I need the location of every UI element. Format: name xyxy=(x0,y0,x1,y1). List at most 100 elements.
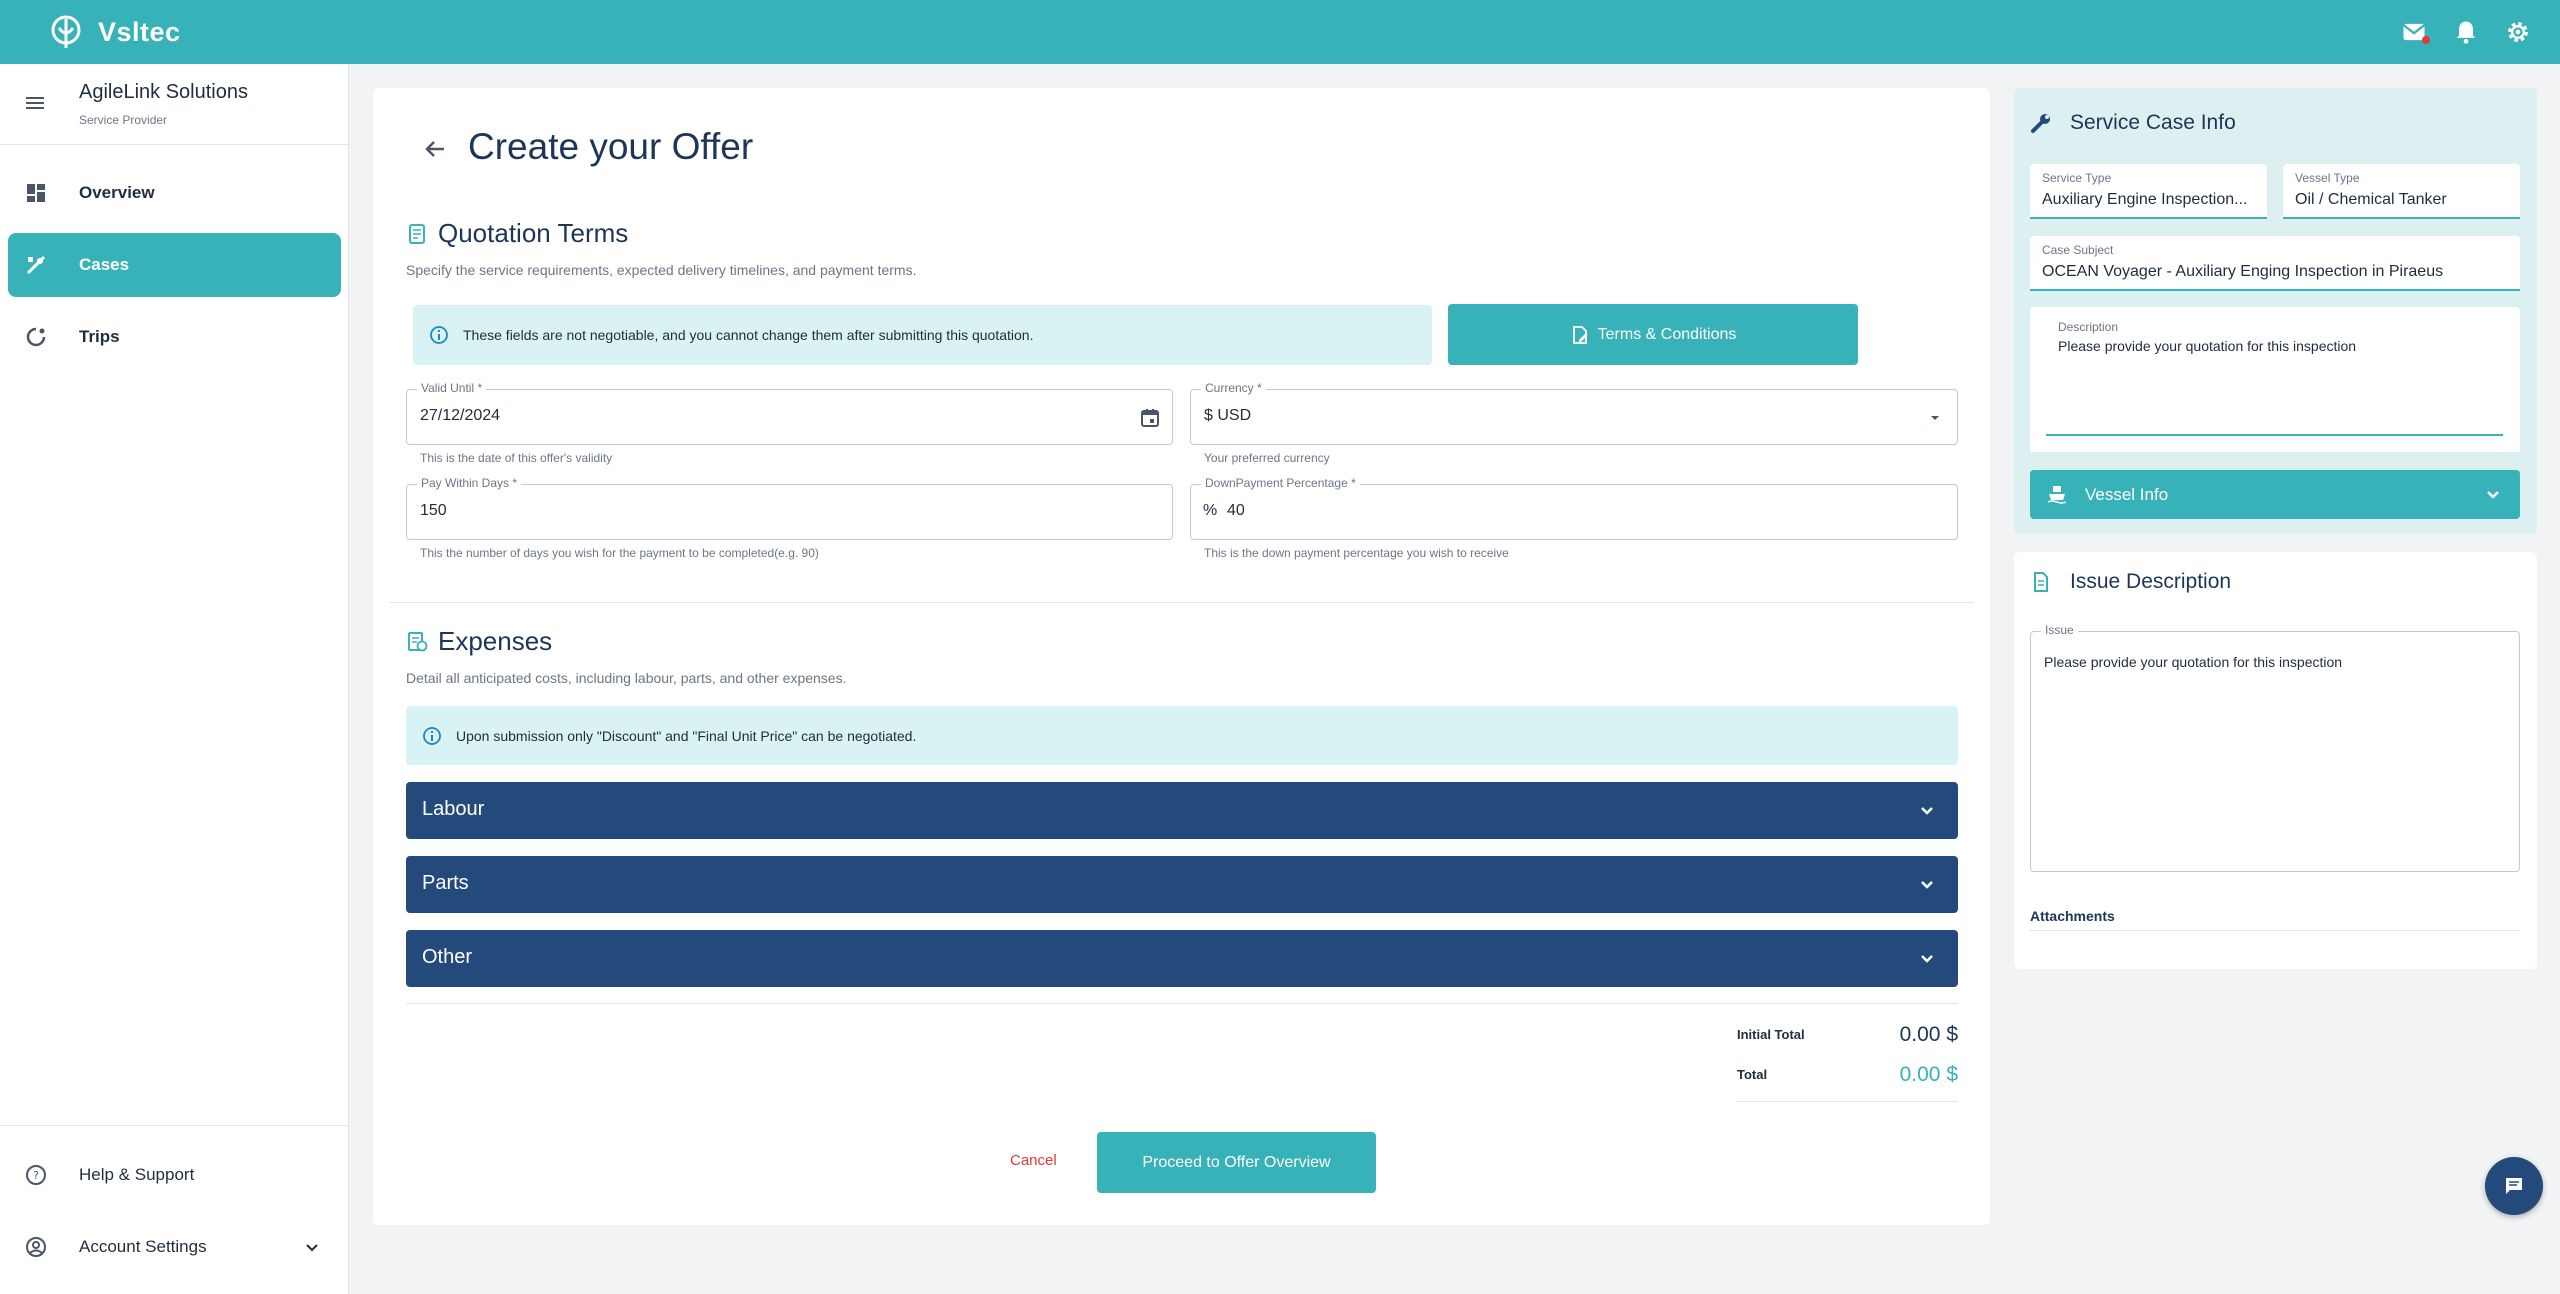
totals-divider xyxy=(406,1003,1958,1004)
expenses-heading: Expenses xyxy=(406,626,552,657)
chat-icon xyxy=(2506,1178,2522,1194)
not-negotiable-notice: These fields are not negotiable, and you… xyxy=(413,305,1432,365)
page-title: Create your Offer xyxy=(468,126,754,167)
receipt-icon xyxy=(408,631,428,651)
case-subject-field: Case Subject OCEAN Voyager - Auxiliary E… xyxy=(2030,236,2520,291)
sidebar: AgileLink Solutions Service Provider Ove… xyxy=(0,64,349,1294)
other-accordion[interactable]: Other xyxy=(406,930,1958,987)
wrench-icon xyxy=(2031,114,2050,133)
top-bar: Vsltec xyxy=(0,0,2560,64)
ship-icon xyxy=(2047,486,2067,504)
panel-title: Service Case Info xyxy=(2070,111,2236,134)
attachments-heading: Attachments xyxy=(2030,908,2520,931)
issue-heading: Issue Description xyxy=(2030,570,2231,594)
negotiation-notice: Upon submission only "Discount" and "Fin… xyxy=(406,706,1958,765)
pay-within-days-field[interactable]: Pay Within Days * 150 xyxy=(406,476,1173,540)
create-offer-card: Create your Offer Quotation Terms Specif… xyxy=(373,88,1990,1225)
service-type-field: Service Type Auxiliary Engine Inspection… xyxy=(2030,164,2267,219)
info-icon xyxy=(423,726,441,745)
quotation-subtitle: Specify the service requirements, expect… xyxy=(406,262,917,278)
down-payment-field[interactable]: DownPayment Percentage * % 40 xyxy=(1190,476,1958,540)
chevron-down-icon xyxy=(1921,807,1933,815)
field-label: Issue xyxy=(2041,623,2078,637)
document-icon xyxy=(2034,572,2048,592)
back-arrow-icon[interactable] xyxy=(420,134,450,164)
down-payment-value: 40 xyxy=(1227,502,1245,519)
labour-accordion[interactable]: Labour xyxy=(406,782,1958,839)
org-header: AgileLink Solutions Service Provider xyxy=(0,64,349,145)
terms-conditions-button[interactable]: Terms & Conditions xyxy=(1448,304,1858,365)
sidebar-item-label: Trips xyxy=(79,327,120,346)
account-settings-link[interactable]: Account Settings xyxy=(0,1227,349,1267)
help-support-link[interactable]: ? Help & Support xyxy=(0,1155,349,1195)
section-title: Expenses xyxy=(438,626,553,656)
logo-icon xyxy=(51,15,81,48)
percent-prefix: % xyxy=(1203,502,1218,519)
app-logo[interactable]: Vsltec xyxy=(48,14,181,50)
valid-until-helper: This is the date of this offer's validit… xyxy=(420,451,613,465)
document-edit-icon xyxy=(1572,325,1587,344)
pay-within-helper: This the number of days you wish for the… xyxy=(420,546,819,560)
currency-helper: Your preferred currency xyxy=(1204,451,1330,465)
field-label: Valid Until * xyxy=(417,381,487,395)
sidebar-item-trips[interactable]: Trips xyxy=(8,305,341,369)
issue-value: Please provide your quotation for this i… xyxy=(2044,654,2343,670)
proceed-label: Proceed to Offer Overview xyxy=(1142,1153,1331,1171)
account-label: Account Settings xyxy=(79,1237,207,1256)
route-icon xyxy=(26,327,46,347)
terms-button-label: Terms & Conditions xyxy=(1597,325,1737,343)
quotation-terms-heading: Quotation Terms xyxy=(406,218,628,249)
cancel-button[interactable]: Cancel xyxy=(1010,1152,1057,1169)
notice-text: These fields are not negotiable, and you… xyxy=(463,327,1034,343)
gear-icon[interactable] xyxy=(2504,18,2532,46)
mail-icon[interactable] xyxy=(2400,18,2430,46)
menu-icon[interactable] xyxy=(24,92,46,114)
field-label: Vessel Type xyxy=(2295,171,2360,185)
field-label: Service Type xyxy=(2042,171,2112,185)
sidebar-item-label: Cases xyxy=(79,255,130,274)
vessel-info-toggle[interactable]: Vessel Info xyxy=(2030,470,2520,519)
org-name: AgileLink Solutions xyxy=(79,81,248,103)
chat-button[interactable] xyxy=(2485,1157,2543,1215)
chevron-down-icon xyxy=(1921,955,1933,963)
vessel-info-label: Vessel Info xyxy=(2085,485,2169,504)
totals-bottom-divider xyxy=(1737,1101,1958,1102)
bell-icon[interactable] xyxy=(2452,18,2480,46)
sidebar-item-overview[interactable]: Overview xyxy=(8,161,341,225)
parts-accordion[interactable]: Parts xyxy=(406,856,1958,913)
info-icon xyxy=(430,326,448,344)
service-case-heading: Service Case Info xyxy=(2030,111,2236,135)
app-name: Vsltec xyxy=(98,16,181,47)
total-label: Total xyxy=(1737,1067,1768,1082)
case-subject-value: OCEAN Voyager - Auxiliary Enging Inspect… xyxy=(2042,263,2444,280)
proceed-button[interactable]: Proceed to Offer Overview xyxy=(1097,1132,1376,1193)
sidebar-item-cases[interactable]: Cases xyxy=(8,233,341,297)
account-icon xyxy=(26,1237,46,1257)
currency-select[interactable]: Currency * $ USD xyxy=(1190,381,1958,445)
total-value: 0.00 $ xyxy=(1899,1063,1958,1086)
calendar-icon[interactable] xyxy=(1138,406,1162,430)
description-value: Please provide your quotation for this i… xyxy=(2058,338,2357,354)
description-field: Description Please provide your quotatio… xyxy=(2030,307,2520,452)
chevron-down-icon xyxy=(2487,491,2499,499)
currency-value: $ USD xyxy=(1204,407,1252,424)
valid-until-field[interactable]: Valid Until * 27/12/2024 xyxy=(406,381,1173,445)
panel-title: Issue Description xyxy=(2070,570,2232,593)
service-case-panel: Service Case Info Service Type Auxiliary… xyxy=(2014,88,2537,534)
accordion-label: Other xyxy=(422,946,473,968)
field-label: Currency * xyxy=(1201,381,1266,395)
valid-until-value: 27/12/2024 xyxy=(420,407,501,424)
help-icon: ? xyxy=(26,1165,46,1185)
svg-text:?: ? xyxy=(33,1169,39,1182)
accordion-label: Labour xyxy=(422,798,485,820)
accordion-label: Parts xyxy=(422,872,469,894)
initial-total-label: Initial Total xyxy=(1737,1027,1805,1042)
down-payment-helper: This is the down payment percentage you … xyxy=(1204,546,1509,560)
caret-down-icon xyxy=(1931,416,1939,420)
issue-description-panel: Issue Description Issue Please provide y… xyxy=(2014,552,2537,969)
chevron-down-icon xyxy=(1921,881,1933,889)
chevron-down-icon[interactable] xyxy=(302,1237,322,1257)
help-label: Help & Support xyxy=(79,1165,195,1184)
document-icon xyxy=(409,223,425,244)
sidebar-item-label: Overview xyxy=(79,183,155,202)
